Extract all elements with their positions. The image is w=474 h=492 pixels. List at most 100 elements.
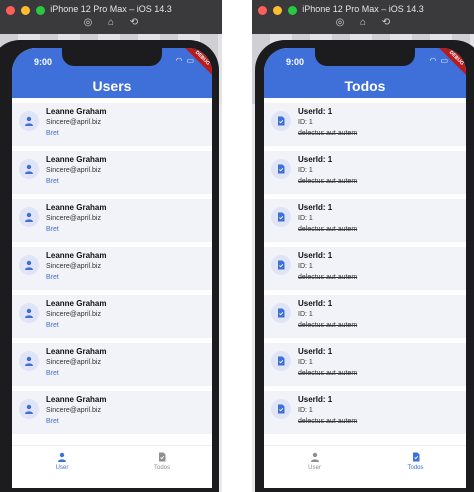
screenshot-icon[interactable]: ◎ [82, 17, 94, 28]
battery-icon: ▭ [440, 56, 448, 65]
list-item[interactable]: Leanne Graham Sincere@april.biz Bret [12, 391, 212, 434]
person-icon [25, 404, 33, 414]
tab-user[interactable]: User [264, 446, 365, 488]
user-name: Leanne Graham [46, 155, 107, 164]
tab-label: Todos [407, 465, 424, 471]
todo-user-id: UserId: 1 [298, 299, 333, 308]
app-bar: 9:00 ◠ ▭ Users DEBUG [12, 48, 212, 98]
device-notch [62, 48, 162, 66]
screenshot-icon[interactable]: ◎ [334, 17, 346, 28]
person-icon [25, 308, 33, 318]
todo-id: ID: 1 [298, 263, 313, 270]
person-icon [25, 116, 33, 126]
todo-title: delectus aut autem [298, 322, 358, 329]
user-email: Sincere@april.biz [46, 359, 101, 366]
user-email: Sincere@april.biz [46, 215, 101, 222]
person-icon [25, 164, 33, 174]
avatar [271, 351, 291, 371]
user-email: Sincere@april.biz [46, 119, 101, 126]
page-title: Users [92, 78, 132, 94]
tab-label: Todos [153, 465, 170, 471]
person-icon [25, 356, 33, 366]
person-icon [58, 452, 66, 462]
rotate-icon[interactable]: ⟲ [128, 17, 140, 28]
todo-id: ID: 1 [298, 119, 313, 126]
todo-title: delectus aut autem [298, 226, 358, 233]
avatar [19, 111, 39, 131]
avatar [271, 255, 291, 275]
tab-label: User [308, 465, 321, 471]
list-item[interactable]: UserId: 1 ID: 1 delectus aut autem [264, 391, 466, 434]
person-icon [25, 260, 33, 270]
list-item[interactable]: UserId: 1 ID: 1 delectus aut autem [264, 247, 466, 290]
user-username: Bret [46, 370, 59, 377]
todo-id: ID: 1 [298, 167, 313, 174]
list-item[interactable]: UserId: 1 ID: 1 delectus aut autem [264, 151, 466, 194]
todo-title: delectus aut autem [298, 418, 358, 425]
avatar [271, 111, 291, 131]
user-username: Bret [46, 322, 59, 329]
user-list[interactable]: Leanne Graham Sincere@april.biz Bret Lea… [12, 98, 212, 446]
user-username: Bret [46, 226, 59, 233]
home-icon[interactable]: ⌂ [357, 17, 369, 28]
user-username: Bret [46, 418, 59, 425]
simulator-title: iPhone 12 Pro Max – iOS 14.3 [302, 4, 424, 14]
avatar [19, 159, 39, 179]
person-icon [310, 452, 319, 462]
rotate-icon[interactable]: ⟲ [380, 17, 392, 28]
list-item[interactable]: UserId: 1 ID: 1 delectus aut autem [264, 103, 466, 146]
task-icon [278, 116, 285, 126]
todo-title: delectus aut autem [298, 178, 358, 185]
user-username: Bret [46, 130, 59, 137]
task-icon [278, 404, 285, 414]
list-item[interactable]: Leanne Graham Sincere@april.biz Bret [12, 247, 212, 290]
list-item[interactable]: Leanne Graham Sincere@april.biz Bret [12, 199, 212, 242]
task-icon [278, 164, 285, 174]
todo-user-id: UserId: 1 [298, 251, 333, 260]
tab-todos[interactable]: Todos [365, 446, 466, 488]
list-item[interactable]: Leanne Graham Sincere@april.biz Bret [12, 151, 212, 194]
list-item[interactable]: Leanne Graham Sincere@april.biz Bret [12, 343, 212, 386]
simulator-toolbar: ◎ ⌂ ⟲ [0, 17, 222, 28]
user-email: Sincere@april.biz [46, 311, 101, 318]
avatar [19, 399, 39, 419]
list-item[interactable]: UserId: 1 ID: 1 delectus aut autem [264, 199, 466, 242]
user-name: Leanne Graham [46, 299, 107, 308]
todo-list[interactable]: UserId: 1 ID: 1 delectus aut autem UserI… [264, 98, 466, 446]
todo-user-id: UserId: 1 [298, 203, 333, 212]
user-name: Leanne Graham [46, 395, 107, 404]
device-screen: 9:00 ◠ ▭ Todos DEBUG UserId: 1 ID: 1 del… [264, 48, 466, 488]
avatar [19, 303, 39, 323]
avatar [19, 255, 39, 275]
avatar [271, 303, 291, 323]
tab-user[interactable]: User [12, 446, 112, 488]
wifi-icon: ◠ [175, 56, 183, 65]
status-icons: ◠ ▭ [429, 56, 448, 65]
avatar [19, 351, 39, 371]
user-username: Bret [46, 274, 59, 281]
simulator-title: iPhone 12 Pro Max – iOS 14.3 [50, 4, 172, 14]
simulator-titlebar: iPhone 12 Pro Max – iOS 14.3 ◎ ⌂ ⟲ [0, 0, 222, 34]
task-icon [278, 308, 285, 318]
todo-title: delectus aut autem [298, 130, 358, 137]
page-title: Todos [344, 78, 386, 94]
user-name: Leanne Graham [46, 347, 107, 356]
app-bar: 9:00 ◠ ▭ Todos DEBUG [264, 48, 466, 98]
task-icon [159, 452, 166, 462]
list-item[interactable]: Leanne Graham Sincere@april.biz Bret [12, 295, 212, 338]
simulator-window-users: iPhone 12 Pro Max – iOS 14.3 ◎ ⌂ ⟲ 9:00 … [0, 0, 222, 492]
simulator-titlebar: iPhone 12 Pro Max – iOS 14.3 ◎ ⌂ ⟲ [252, 0, 474, 34]
list-item[interactable]: UserId: 1 ID: 1 delectus aut autem [264, 295, 466, 338]
todo-title: delectus aut autem [298, 274, 358, 281]
bottom-nav: User Todos [264, 445, 466, 488]
list-item[interactable]: UserId: 1 ID: 1 delectus aut autem [264, 343, 466, 386]
avatar [19, 207, 39, 227]
simulator-window-todos: iPhone 12 Pro Max – iOS 14.3 ◎ ⌂ ⟲ 9:00 … [252, 0, 474, 492]
wifi-icon: ◠ [429, 56, 437, 65]
todo-user-id: UserId: 1 [298, 395, 333, 404]
tab-todos[interactable]: Todos [112, 446, 212, 488]
avatar [271, 159, 291, 179]
device-screen: 9:00 ◠ ▭ Users DEBUG Leanne Graham Since… [12, 48, 212, 488]
list-item[interactable]: Leanne Graham Sincere@april.biz Bret [12, 103, 212, 146]
home-icon[interactable]: ⌂ [105, 17, 117, 28]
